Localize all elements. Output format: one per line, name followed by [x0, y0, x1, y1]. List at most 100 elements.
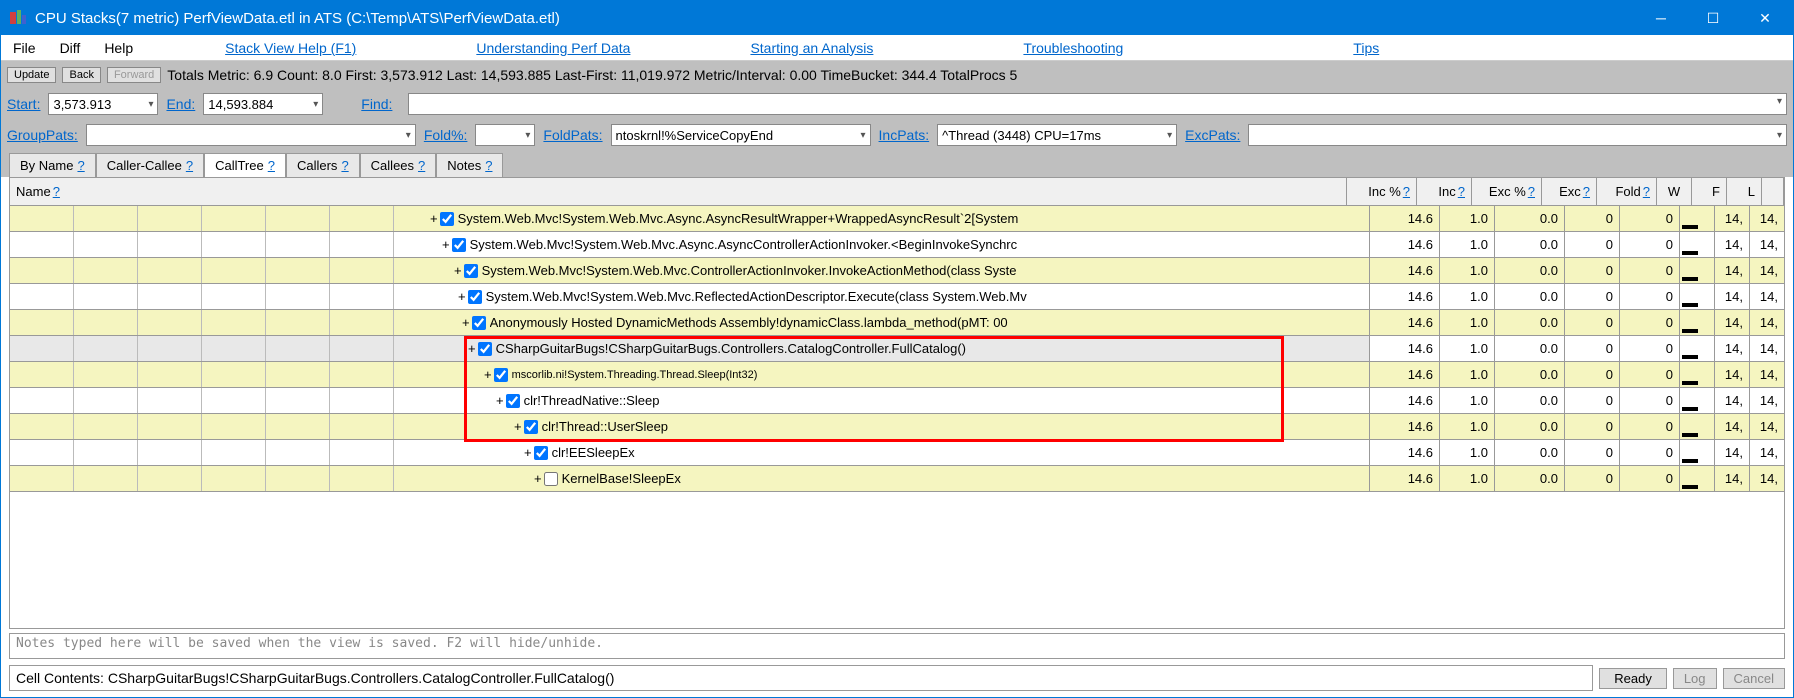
- expand-icon[interactable]: +: [442, 237, 450, 252]
- data-cell[interactable]: 14,: [1714, 336, 1749, 361]
- data-cell[interactable]: 0: [1564, 284, 1619, 309]
- data-cell[interactable]: 0: [1564, 258, 1619, 283]
- data-cell[interactable]: 1.0: [1439, 336, 1494, 361]
- when-cell[interactable]: [1679, 232, 1714, 257]
- link-starting-analysis[interactable]: Starting an Analysis: [730, 40, 893, 56]
- data-cell[interactable]: 0: [1619, 466, 1679, 491]
- data-cell[interactable]: 0: [1564, 388, 1619, 413]
- data-cell[interactable]: 14,: [1749, 440, 1784, 465]
- data-cell[interactable]: 0: [1564, 466, 1619, 491]
- data-cell[interactable]: 14,: [1714, 232, 1749, 257]
- col-f[interactable]: F: [1692, 178, 1727, 205]
- data-cell[interactable]: 0: [1619, 362, 1679, 387]
- data-cell[interactable]: 14,: [1749, 388, 1784, 413]
- minimize-button[interactable]: ─: [1649, 6, 1673, 30]
- maximize-button[interactable]: ☐: [1701, 6, 1725, 30]
- chevron-down-icon[interactable]: ▾: [406, 130, 411, 141]
- foldpats-label[interactable]: FoldPats:: [543, 127, 602, 143]
- when-cell[interactable]: [1679, 388, 1714, 413]
- data-cell[interactable]: 14.6: [1369, 284, 1439, 309]
- data-cell[interactable]: 0: [1564, 440, 1619, 465]
- data-cell[interactable]: 14,: [1749, 362, 1784, 387]
- chevron-down-icon[interactable]: ▾: [1167, 130, 1172, 141]
- foldpct-input[interactable]: [480, 128, 521, 143]
- excpats-label[interactable]: ExcPats:: [1185, 127, 1240, 143]
- row-checkbox[interactable]: [506, 394, 520, 408]
- name-cell[interactable]: +System.Web.Mvc!System.Web.Mvc.Async.Asy…: [10, 232, 1369, 257]
- when-cell[interactable]: [1679, 440, 1714, 465]
- data-cell[interactable]: 14.6: [1369, 232, 1439, 257]
- expand-icon[interactable]: +: [430, 211, 438, 226]
- data-cell[interactable]: 0: [1564, 336, 1619, 361]
- grouppats-label[interactable]: GroupPats:: [7, 127, 78, 143]
- excpats-combo[interactable]: ▾: [1248, 124, 1787, 146]
- table-row[interactable]: +System.Web.Mvc!System.Web.Mvc.Async.Asy…: [10, 206, 1784, 232]
- data-cell[interactable]: 14.6: [1369, 466, 1439, 491]
- data-cell[interactable]: 14.6: [1369, 258, 1439, 283]
- data-cell[interactable]: 14,: [1749, 232, 1784, 257]
- menu-help[interactable]: Help: [92, 40, 145, 56]
- data-cell[interactable]: 14.6: [1369, 310, 1439, 335]
- col-name[interactable]: Name ?: [10, 178, 1347, 205]
- data-cell[interactable]: 0.0: [1494, 232, 1564, 257]
- notes-textarea[interactable]: Notes typed here will be saved when the …: [9, 633, 1785, 659]
- when-cell[interactable]: [1679, 284, 1714, 309]
- tab-byname[interactable]: By Name ?: [9, 153, 96, 177]
- name-cell[interactable]: +Anonymously Hosted DynamicMethods Assem…: [10, 310, 1369, 335]
- name-cell[interactable]: +mscorlib.ni!System.Threading.Thread.Sle…: [10, 362, 1369, 387]
- col-inc[interactable]: Inc ?: [1417, 178, 1472, 205]
- data-cell[interactable]: 14,: [1749, 310, 1784, 335]
- data-cell[interactable]: 14,: [1749, 258, 1784, 283]
- incpats-label[interactable]: IncPats:: [879, 127, 930, 143]
- col-l[interactable]: L: [1727, 178, 1762, 205]
- data-cell[interactable]: 14.6: [1369, 414, 1439, 439]
- when-cell[interactable]: [1679, 206, 1714, 231]
- incpats-input[interactable]: [942, 128, 1163, 143]
- tab-callees[interactable]: Callees ?: [360, 153, 437, 177]
- chevron-down-icon[interactable]: ▾: [861, 130, 866, 141]
- expand-icon[interactable]: +: [514, 419, 522, 434]
- log-button[interactable]: Log: [1673, 668, 1717, 689]
- data-cell[interactable]: 14,: [1714, 310, 1749, 335]
- expand-icon[interactable]: +: [468, 341, 476, 356]
- col-incpct[interactable]: Inc % ?: [1347, 178, 1417, 205]
- table-row[interactable]: +Anonymously Hosted DynamicMethods Assem…: [10, 310, 1784, 336]
- data-cell[interactable]: 1.0: [1439, 206, 1494, 231]
- expand-icon[interactable]: +: [462, 315, 470, 330]
- start-label[interactable]: Start:: [7, 96, 40, 112]
- data-cell[interactable]: 0.0: [1494, 362, 1564, 387]
- end-input[interactable]: [208, 97, 309, 112]
- name-cell[interactable]: +System.Web.Mvc!System.Web.Mvc.Controlle…: [10, 258, 1369, 283]
- data-cell[interactable]: 14.6: [1369, 388, 1439, 413]
- name-cell[interactable]: +CSharpGuitarBugs!CSharpGuitarBugs.Contr…: [10, 336, 1369, 361]
- data-cell[interactable]: 14,: [1714, 440, 1749, 465]
- chevron-down-icon[interactable]: ▾: [525, 130, 530, 141]
- tab-caller-callee[interactable]: Caller-Callee ?: [96, 153, 204, 177]
- when-cell[interactable]: [1679, 466, 1714, 491]
- start-input[interactable]: [53, 97, 144, 112]
- data-cell[interactable]: 1.0: [1439, 388, 1494, 413]
- data-cell[interactable]: 14,: [1749, 284, 1784, 309]
- data-cell[interactable]: 1.0: [1439, 466, 1494, 491]
- find-input[interactable]: [409, 94, 1786, 114]
- name-cell[interactable]: +clr!Thread::UserSleep: [10, 414, 1369, 439]
- cell-contents[interactable]: Cell Contents: CSharpGuitarBugs!CSharpGu…: [9, 665, 1593, 691]
- tab-callers[interactable]: Callers ?: [286, 153, 360, 177]
- foldpct-combo[interactable]: ▾: [475, 124, 535, 146]
- data-cell[interactable]: 14,: [1714, 466, 1749, 491]
- row-checkbox[interactable]: [468, 290, 482, 304]
- expand-icon[interactable]: +: [458, 289, 466, 304]
- data-cell[interactable]: 0.0: [1494, 388, 1564, 413]
- row-checkbox[interactable]: [524, 420, 538, 434]
- name-cell[interactable]: +System.Web.Mvc!System.Web.Mvc.Async.Asy…: [10, 206, 1369, 231]
- data-cell[interactable]: 1.0: [1439, 284, 1494, 309]
- data-cell[interactable]: 0: [1619, 336, 1679, 361]
- data-cell[interactable]: 0.0: [1494, 466, 1564, 491]
- data-cell[interactable]: 0: [1619, 388, 1679, 413]
- expand-icon[interactable]: +: [524, 445, 532, 460]
- data-cell[interactable]: 0: [1564, 310, 1619, 335]
- chevron-down-icon[interactable]: ▾: [1777, 96, 1782, 107]
- row-checkbox[interactable]: [472, 316, 486, 330]
- data-cell[interactable]: 14,: [1714, 284, 1749, 309]
- data-cell[interactable]: 0: [1619, 232, 1679, 257]
